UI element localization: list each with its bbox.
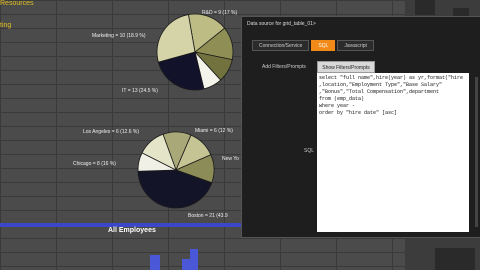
- panel-block: [415, 0, 435, 15]
- data-source-dialog: Data source for grid_table_01> Connectio…: [241, 16, 480, 238]
- pie-label-chicago: Chicago = 8 (16 %): [73, 161, 116, 167]
- dialog-scrollbar[interactable]: [475, 77, 478, 227]
- dialog-title: Data source for grid_table_01>: [247, 21, 316, 27]
- add-filters-label: Add Filters/Prompts: [262, 64, 306, 70]
- location-pie-chart: [137, 131, 215, 209]
- sql-label: SQL: [304, 148, 315, 154]
- chart-bar: [190, 249, 198, 270]
- sql-line: ,location,"Employment Type","Base Salary…: [319, 82, 443, 88]
- sql-line: ,"Bonus","Total Compensation",department: [319, 89, 440, 95]
- pie-label-it: IT = 13 (24.5 %): [122, 88, 158, 94]
- sql-line: from (emp_data): [319, 96, 365, 102]
- sql-editor[interactable]: select "full name",hire(year) as yr,form…: [317, 73, 469, 232]
- dialog-tabs: Connection/Service SQL Javascript: [252, 40, 374, 51]
- tab-javascript[interactable]: Javascript: [337, 40, 374, 51]
- sql-line: order by "hire date" [asc]: [319, 110, 398, 116]
- page-header-fragment: Resources ting: [0, 0, 33, 29]
- tab-sql[interactable]: SQL: [311, 40, 336, 51]
- header-sub-fragment: ting: [0, 22, 12, 29]
- pie-label-miami: Miami = 6 (12 %): [195, 128, 233, 134]
- pie-label-new-york: New Yo: [222, 156, 239, 162]
- pie-label-los-angeles: Los Angeles = 6 (12.6 %): [83, 129, 140, 135]
- sql-line: where year -: [319, 103, 356, 109]
- show-filters-button[interactable]: Show Filters/Prompts: [317, 61, 375, 73]
- panel-block: [435, 248, 475, 270]
- tab-connection-service[interactable]: Connection/Service: [252, 40, 310, 51]
- chart-bar: [150, 255, 160, 270]
- pie-label-boston: Boston = 21 (43.9: [188, 213, 228, 219]
- sql-line: select "full name",hire(year) as yr,form…: [319, 75, 464, 81]
- chart-title: All Employees: [108, 227, 156, 234]
- header-title-fragment: Resources: [0, 0, 34, 7]
- department-pie-chart: [156, 13, 234, 91]
- pie-label-rd: R&D = 9 (17 %): [202, 10, 238, 16]
- pie-label-marketing: Marketing = 10 (18.9 %): [92, 33, 146, 39]
